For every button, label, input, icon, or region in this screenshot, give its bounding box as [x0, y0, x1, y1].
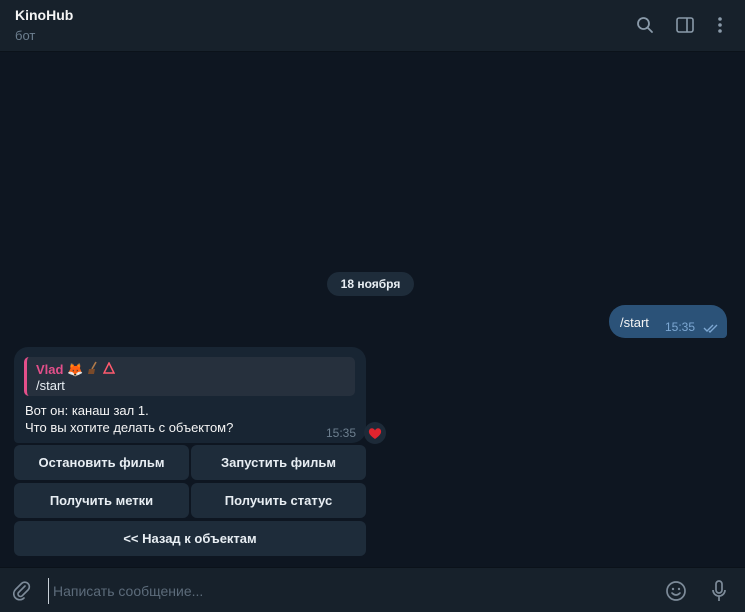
outgoing-message[interactable]: /start 15:35	[609, 305, 727, 338]
start-film-button[interactable]: Запустить фильм	[191, 445, 366, 480]
back-to-objects-button[interactable]: << Назад к объектам	[14, 521, 366, 556]
message-input[interactable]	[48, 578, 648, 604]
message-text-line: Вот он: канаш зал 1.	[25, 403, 149, 418]
chat-subtitle: бот	[15, 28, 36, 43]
microphone-icon[interactable]	[706, 578, 732, 604]
outgoing-message-time: 15:35	[665, 320, 696, 334]
more-icon[interactable]	[709, 14, 731, 36]
message-text-line: Что вы хотите делать с объектом?	[25, 420, 234, 435]
emoji-icon[interactable]	[663, 578, 689, 604]
incoming-message[interactable]: Vlad 🦊 /start Вот он: канаш зал 1. Что в…	[14, 347, 366, 443]
chat-header: KinoHub бот	[0, 0, 745, 52]
double-check-icon	[703, 320, 719, 338]
sidebar-toggle-icon[interactable]	[674, 14, 696, 36]
get-marks-button[interactable]: Получить метки	[14, 483, 189, 518]
stop-film-button[interactable]: Остановить фильм	[14, 445, 189, 480]
get-status-button[interactable]: Получить статус	[191, 483, 366, 518]
reply-preview[interactable]: Vlad 🦊 /start	[24, 357, 355, 396]
reply-author-name: Vlad 🦊	[36, 361, 84, 377]
message-list[interactable]: 18 ноября /start 15:35 Vlad 🦊 /start Вот…	[0, 53, 745, 567]
broom-icon	[86, 361, 100, 378]
incoming-message-time: 15:35	[326, 426, 357, 440]
warning-icon	[103, 361, 116, 377]
reply-text: /start	[36, 378, 65, 393]
date-separator: 18 ноября	[327, 272, 414, 296]
outgoing-message-text: /start	[620, 315, 649, 330]
message-composer	[0, 567, 745, 612]
chat-title[interactable]: KinoHub	[15, 7, 73, 23]
search-icon[interactable]	[634, 14, 656, 36]
heart-reaction-icon[interactable]	[364, 422, 386, 444]
attach-icon[interactable]	[9, 578, 35, 604]
reply-author: Vlad 🦊	[36, 361, 116, 378]
